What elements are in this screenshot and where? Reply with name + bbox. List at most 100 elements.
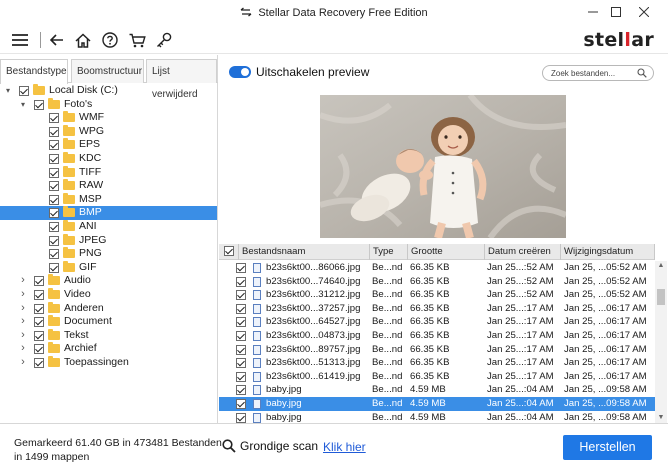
tree-item[interactable]: KDC	[0, 151, 217, 166]
tree-item[interactable]: WPG	[0, 124, 217, 139]
tree-item-checkbox[interactable]	[49, 262, 59, 273]
tree-item-checkbox[interactable]	[34, 99, 44, 110]
tree-item-checkbox[interactable]	[49, 235, 59, 246]
tree-item[interactable]: › Video	[0, 287, 217, 302]
home-icon[interactable]	[73, 30, 93, 50]
tree-item[interactable]: ▾ Foto's	[0, 97, 217, 112]
cart-icon[interactable]	[127, 30, 147, 50]
collapse-arrow-icon[interactable]: ›	[19, 302, 27, 315]
tree-item[interactable]: GIF	[0, 260, 217, 275]
row-checkbox[interactable]	[236, 263, 246, 273]
expand-arrow-icon[interactable]: ▾	[19, 98, 27, 111]
tree-item-checkbox[interactable]	[49, 181, 59, 192]
tree-item-checkbox[interactable]	[19, 86, 29, 96]
collapse-arrow-icon[interactable]: ›	[19, 342, 27, 355]
tree-item[interactable]: › Tekst	[0, 328, 217, 343]
row-checkbox[interactable]	[236, 317, 246, 328]
tree-item[interactable]: MSP	[0, 192, 217, 207]
tree-item[interactable]: JPEG	[0, 233, 217, 248]
table-row[interactable]: b23s6kt00...64527.jpg Be...nd 66.35 KB Jan …	[219, 315, 655, 329]
expand-arrow-icon[interactable]: ▾	[4, 84, 12, 97]
tree-item-checkbox[interactable]	[34, 330, 44, 341]
table-row[interactable]: b23s6kt00...31212.jpg Be...nd 66.35 KB Jan …	[219, 288, 655, 302]
row-checkbox[interactable]	[236, 344, 246, 355]
table-row[interactable]: baby.jpg Be...nd 4.59 MB Jan 25...:04 AM Jan…	[219, 383, 655, 397]
tab-tree-view[interactable]: Boomstructuur	[71, 59, 144, 83]
row-checkbox[interactable]	[236, 330, 246, 341]
tree-item[interactable]: WMF	[0, 111, 217, 125]
column-header-name[interactable]: Bestandsnaam	[239, 244, 370, 260]
collapse-arrow-icon[interactable]: ›	[19, 329, 27, 342]
recover-button[interactable]: Herstellen	[563, 435, 652, 460]
tree-item-checkbox[interactable]	[49, 126, 59, 137]
close-button[interactable]	[631, 2, 657, 22]
scroll-up-icon[interactable]: ▲	[655, 261, 667, 271]
row-checkbox[interactable]	[236, 412, 246, 423]
search-input[interactable]	[551, 67, 631, 79]
scrollbar-thumb[interactable]	[657, 289, 665, 305]
column-header-created[interactable]: Datum creëren	[485, 244, 561, 260]
row-checkbox[interactable]	[236, 358, 246, 369]
row-checkbox[interactable]	[236, 371, 246, 382]
tree-item-checkbox[interactable]	[49, 208, 59, 219]
tree-item-checkbox[interactable]	[34, 276, 44, 287]
tree-item[interactable]: › Audio	[0, 274, 217, 288]
tab-file-type[interactable]: Bestandstype	[0, 59, 68, 84]
tree-item-checkbox[interactable]	[34, 289, 44, 300]
tree-item-checkbox[interactable]	[49, 249, 59, 260]
key-icon[interactable]	[154, 30, 174, 50]
tree-item[interactable]: TIFF	[0, 165, 217, 180]
tree-item[interactable]: RAW	[0, 179, 217, 193]
help-icon[interactable]	[100, 30, 120, 50]
tree-item-checkbox[interactable]	[34, 357, 44, 368]
tree-item-checkbox[interactable]	[49, 153, 59, 164]
table-row[interactable]: b23s6kt00...04873.jpg Be...nd 66.35 KB Jan …	[219, 329, 655, 343]
search-box[interactable]	[542, 65, 654, 81]
select-all-checkbox[interactable]	[224, 246, 234, 256]
tree-item[interactable]: › Anderen	[0, 301, 217, 316]
search-icon[interactable]	[637, 68, 647, 81]
menu-icon[interactable]	[10, 30, 30, 50]
tree-item-checkbox[interactable]	[34, 317, 44, 328]
column-header-type[interactable]: Type	[370, 244, 408, 260]
row-checkbox[interactable]	[236, 385, 246, 396]
table-row[interactable]: baby.jpg Be...nd 4.59 MB Jan 25...:04 AM Jan…	[219, 396, 655, 411]
row-checkbox[interactable]	[236, 290, 246, 301]
collapse-arrow-icon[interactable]: ›	[19, 315, 27, 328]
row-checkbox[interactable]	[236, 398, 246, 409]
collapse-arrow-icon[interactable]: ›	[19, 288, 27, 301]
tree-item-checkbox[interactable]	[34, 344, 44, 355]
back-icon[interactable]	[47, 30, 67, 50]
click-here-link[interactable]: Klik hier	[323, 440, 366, 454]
tree-item-checkbox[interactable]	[49, 113, 59, 124]
tree-item[interactable]: › Toepassingen	[0, 355, 217, 370]
row-checkbox[interactable]	[236, 303, 246, 314]
collapse-arrow-icon[interactable]: ›	[19, 356, 27, 369]
tree-item[interactable]: BMP	[0, 206, 217, 220]
table-row[interactable]: b23s6kt00...37257.jpg Be...nd 66.35 KB Jan …	[219, 302, 655, 316]
tree-item-checkbox[interactable]	[49, 140, 59, 151]
table-row[interactable]: b23s6kt00...61419.jpg Be...nd 66.35 KB Jan …	[219, 370, 655, 384]
tree-item-checkbox[interactable]	[49, 194, 59, 205]
tree-item[interactable]: EPS	[0, 138, 217, 152]
column-header-size[interactable]: Grootte	[408, 244, 485, 260]
collapse-arrow-icon[interactable]: ›	[19, 274, 27, 287]
tree-item[interactable]: ▾ Local Disk (C:)	[0, 84, 217, 98]
column-header-modified[interactable]: Wijzigingsdatum	[561, 244, 655, 260]
tree-item[interactable]: › Archief	[0, 342, 217, 356]
tab-deleted-list[interactable]: Lijst verwijderd	[146, 59, 217, 100]
preview-toggle[interactable]	[229, 66, 251, 78]
maximize-button[interactable]	[603, 2, 629, 22]
scroll-down-icon[interactable]: ▼	[655, 413, 667, 423]
tree-item[interactable]: PNG	[0, 247, 217, 261]
tree-item[interactable]: › Document	[0, 315, 217, 329]
table-row[interactable]: b23s6kt00...86066.jpg Be...nd 66.35 KB Jan …	[219, 261, 655, 275]
table-row[interactable]: b23s6kt00...51313.jpg Be...nd 66.35 KB Jan …	[219, 356, 655, 370]
table-row[interactable]: b23s6kt00...89757.jpg Be...nd 66.35 KB Jan …	[219, 343, 655, 357]
vertical-scrollbar[interactable]: ▲ ▼	[655, 261, 667, 423]
tree-item-checkbox[interactable]	[49, 221, 59, 232]
tree-item-checkbox[interactable]	[34, 303, 44, 314]
table-row[interactable]: b23s6kt00...74640.jpg Be...nd 66.35 KB Jan …	[219, 275, 655, 289]
row-checkbox[interactable]	[236, 276, 246, 287]
tree-item-checkbox[interactable]	[49, 167, 59, 178]
